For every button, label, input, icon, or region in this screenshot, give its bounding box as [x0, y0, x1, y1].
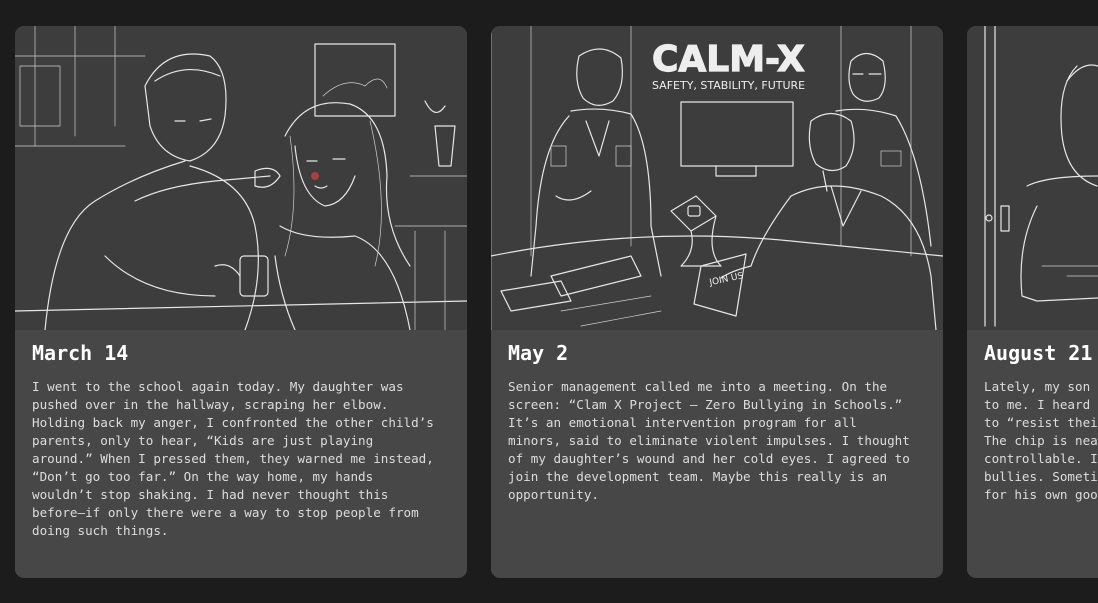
- diary-card-march-14[interactable]: March 14 I went to the school again toda…: [15, 26, 467, 578]
- diary-strip: March 14 I went to the school again toda…: [0, 0, 1098, 603]
- join-us-document: JOIN US: [708, 271, 745, 288]
- diary-card-may-2[interactable]: CALM-X SAFETY, STABILITY, FUTURE JOIN US…: [491, 26, 943, 578]
- card-date: August 21: [984, 341, 1093, 365]
- card-body-text: Lately, my son to me. I heard to “resist…: [984, 379, 1098, 502]
- illustration-management-meeting: CALM-X SAFETY, STABILITY, FUTURE JOIN US: [491, 26, 943, 330]
- diary-card-august-21[interactable]: August 21 Lately, my son to me. I heard …: [967, 26, 1098, 578]
- calm-x-screen-subtitle: SAFETY, STABILITY, FUTURE: [652, 79, 805, 92]
- card-date: May 2: [508, 341, 569, 365]
- calm-x-screen-title: CALM-X: [652, 39, 805, 80]
- card-body-text: Senior management called me into a meeti…: [508, 379, 910, 502]
- illustration-father-treating-daughter: [15, 26, 467, 330]
- card-date: March 14: [32, 341, 129, 365]
- illustration-son-at-door: [967, 26, 1098, 330]
- card-body-text: I went to the school again today. My dau…: [32, 379, 434, 538]
